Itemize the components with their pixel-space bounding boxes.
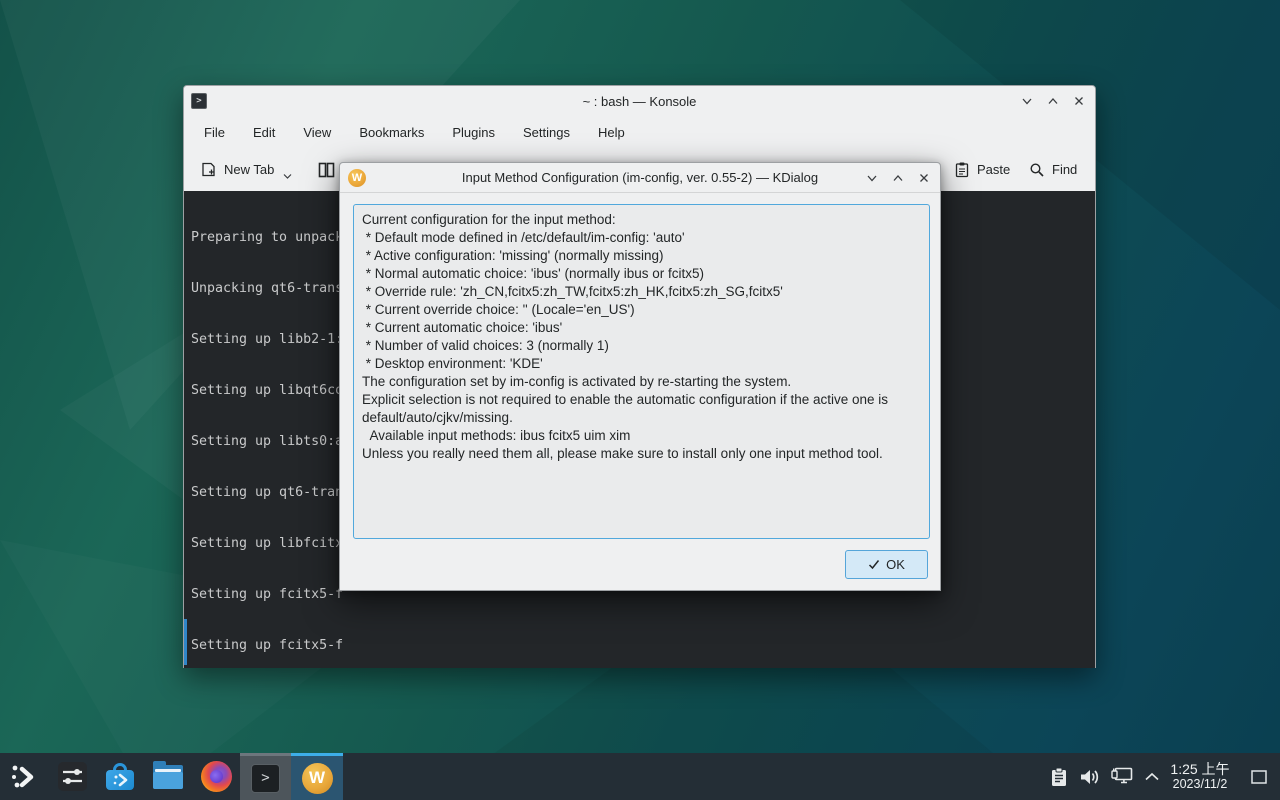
konsole-icon: >	[251, 764, 280, 793]
system-settings-icon	[58, 762, 87, 791]
terminal-line: Setting up fcitx5-f	[191, 637, 631, 654]
maximize-icon[interactable]	[1047, 95, 1059, 107]
dialog-message-line: * Active configuration: 'missing' (norma…	[362, 247, 921, 265]
file-manager-button[interactable]	[144, 753, 192, 800]
task-kdialog-active[interactable]: W	[291, 753, 343, 800]
dialog-title: Input Method Configuration (im-config, v…	[340, 170, 940, 185]
paste-button[interactable]: Paste	[954, 161, 1010, 178]
menu-file[interactable]: File	[190, 125, 239, 140]
search-icon	[1029, 162, 1045, 178]
find-button[interactable]: Find	[1029, 162, 1077, 178]
dialog-message-line: Available input methods: ibus fcitx5 uim…	[362, 427, 921, 445]
new-tab-chevron-icon[interactable]	[283, 173, 292, 180]
dialog-message-line: * Override rule: 'zh_CN,fcitx5:zh_TW,fci…	[362, 283, 921, 301]
konsole-titlebar[interactable]: > ~ : bash — Konsole	[184, 86, 1095, 116]
show-desktop-button[interactable]	[1244, 753, 1274, 800]
dialog-message-line: Explicit selection is not required to en…	[362, 391, 921, 427]
menu-settings[interactable]: Settings	[509, 125, 584, 140]
dialog-message-line: * Number of valid choices: 3 (normally 1…	[362, 337, 921, 355]
check-icon	[868, 559, 880, 570]
dialog-maximize-icon[interactable]	[892, 172, 904, 184]
im-config-dialog: W Input Method Configuration (im-config,…	[339, 162, 941, 591]
dialog-message-line: * Default mode defined in /etc/default/i…	[362, 229, 921, 247]
firefox-button[interactable]	[192, 753, 240, 800]
clipboard-tray-icon[interactable]	[1048, 766, 1069, 788]
menu-edit[interactable]: Edit	[239, 125, 289, 140]
firefox-icon	[201, 761, 232, 792]
paste-icon	[954, 161, 970, 178]
dialog-message-line: * Desktop environment: 'KDE'	[362, 355, 921, 373]
new-tab-icon	[200, 161, 217, 178]
split-view-icon	[318, 162, 335, 178]
dialog-message-line: * Current override choice: '' (Locale='e…	[362, 301, 921, 319]
clock-date: 2023/11/2	[1173, 777, 1228, 791]
dialog-message-line: The configuration set by im-config is ac…	[362, 373, 921, 391]
discover-icon	[105, 762, 135, 792]
dialog-titlebar[interactable]: W Input Method Configuration (im-config,…	[340, 163, 940, 193]
volume-tray-icon[interactable]	[1078, 766, 1101, 788]
menu-bookmarks[interactable]: Bookmarks	[345, 125, 438, 140]
dialog-message-line: * Normal automatic choice: 'ibus' (norma…	[362, 265, 921, 283]
digital-clock[interactable]: 1:25 上午 2023/11/2	[1162, 753, 1238, 800]
ok-button[interactable]: OK	[845, 550, 928, 579]
new-tab-button[interactable]: New Tab	[200, 159, 292, 180]
discover-button[interactable]	[96, 753, 144, 800]
menu-plugins[interactable]: Plugins	[438, 125, 509, 140]
konsole-menubar: File Edit View Bookmarks Plugins Setting…	[184, 116, 1095, 148]
kdialog-w-icon: W	[302, 763, 333, 794]
menu-view[interactable]: View	[289, 125, 345, 140]
menu-help[interactable]: Help	[584, 125, 639, 140]
system-tray	[1048, 753, 1160, 800]
clock-time: 1:25 上午	[1170, 761, 1229, 777]
close-icon[interactable]	[1073, 95, 1085, 107]
dialog-minimize-icon[interactable]	[866, 172, 878, 184]
konsole-window-title: ~ : bash — Konsole	[184, 94, 1095, 109]
konsole-app-icon: >	[191, 93, 207, 109]
app-launcher-icon	[9, 762, 39, 792]
minimize-icon[interactable]	[1021, 95, 1033, 107]
network-tray-icon[interactable]	[1110, 765, 1135, 788]
app-launcher-button[interactable]	[0, 753, 48, 800]
dialog-message-area[interactable]: Current configuration for the input meth…	[353, 204, 930, 539]
dialog-message-line: Unless you really need them all, please …	[362, 445, 921, 463]
new-output-marker	[184, 619, 187, 665]
dialog-message-line: * Current automatic choice: 'ibus'	[362, 319, 921, 337]
folder-icon	[153, 765, 183, 789]
dialog-close-icon[interactable]	[918, 172, 930, 184]
system-settings-button[interactable]	[48, 753, 96, 800]
show-desktop-icon	[1250, 769, 1268, 785]
dialog-message-line: Current configuration for the input meth…	[362, 211, 921, 229]
task-konsole[interactable]: >	[240, 753, 291, 800]
im-config-w-icon: W	[348, 169, 366, 187]
tray-expander-icon[interactable]	[1144, 771, 1160, 783]
